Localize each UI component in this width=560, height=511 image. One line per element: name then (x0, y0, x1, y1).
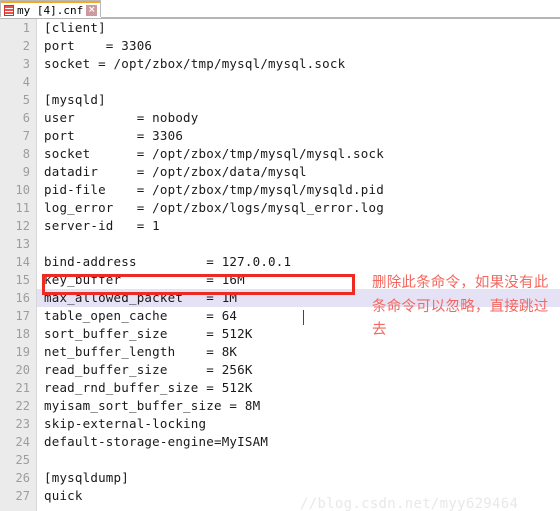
line-text[interactable]: pid-file = /opt/zbox/tmp/mysql/mysqld.pi… (36, 181, 384, 199)
line-number: 5 (22, 93, 30, 107)
code-line[interactable]: 25 (0, 451, 560, 469)
line-text[interactable]: user = nobody (36, 109, 199, 127)
code-line[interactable]: 8 socket = /opt/zbox/tmp/mysql/mysql.sock (0, 145, 560, 163)
code-line[interactable]: 23 skip-external-locking (0, 415, 560, 433)
line-text[interactable]: [client] (36, 19, 106, 37)
code-line[interactable]: 26 [mysqldump] (0, 469, 560, 487)
line-text[interactable]: key_buffer = 16M (36, 271, 245, 289)
code-line[interactable]: 20 read_buffer_size = 256K (0, 361, 560, 379)
code-line[interactable]: 7 port = 3306 (0, 127, 560, 145)
code-line[interactable]: 21 read_rnd_buffer_size = 512K (0, 379, 560, 397)
line-number: 16 (15, 291, 30, 305)
line-text[interactable]: table_open_cache = 64 (36, 307, 237, 325)
tab-label: my [4].cnf (17, 3, 84, 17)
annotation-note: 删除此条命令，如果没有此条命令可以忽略，直接跳过去 (372, 275, 549, 338)
code-editor[interactable]: 1 [client] 2 port = 3306 3 socket = /opt/zbox… (0, 19, 560, 511)
line-number: 6 (22, 111, 30, 125)
line-text[interactable]: read_rnd_buffer_size = 512K (36, 379, 253, 397)
code-line[interactable]: 1 [client] (0, 19, 560, 37)
line-text[interactable]: log_error = /opt/zbox/logs/mysql_error.l… (36, 199, 384, 217)
watermark: //blog.csdn.net/myy629464 (300, 496, 519, 511)
line-number: 11 (15, 201, 30, 215)
code-line[interactable]: 14 bind-address = 127.0.0.1 (0, 253, 560, 271)
line-number: 1 (22, 21, 30, 35)
line-number: 23 (15, 417, 30, 431)
code-line[interactable]: 22 myisam_sort_buffer_size = 8M (0, 397, 560, 415)
line-number: 13 (15, 237, 30, 251)
line-text[interactable]: max_allowed_packet = 1M (36, 289, 237, 307)
line-text[interactable]: net_buffer_length = 8K (36, 343, 237, 361)
line-number: 2 (22, 39, 30, 53)
tab-bar: my [4].cnf × (0, 0, 560, 19)
line-number: 12 (15, 219, 30, 233)
line-text[interactable]: datadir = /opt/zbox/data/mysql (36, 163, 307, 181)
line-number: 24 (15, 435, 30, 449)
code-line[interactable]: 11 log_error = /opt/zbox/logs/mysql_error… (0, 199, 560, 217)
code-line[interactable]: 2 port = 3306 (0, 37, 560, 55)
line-text[interactable] (36, 73, 44, 91)
line-number: 21 (15, 381, 30, 395)
line-text[interactable]: port = 3306 (36, 127, 183, 145)
line-text[interactable]: quick (36, 487, 83, 505)
cnf-file-icon (4, 4, 14, 16)
line-text[interactable]: port = 3306 (36, 37, 152, 55)
tab-my-4-cnf[interactable]: my [4].cnf × (0, 0, 102, 17)
line-text[interactable]: read_buffer_size = 256K (36, 361, 253, 379)
line-number: 10 (15, 183, 30, 197)
line-text[interactable]: sort_buffer_size = 512K (36, 325, 253, 343)
line-text[interactable]: bind-address = 127.0.0.1 (36, 253, 291, 271)
tab-bar-empty-area (101, 0, 560, 18)
line-number: 7 (22, 129, 30, 143)
code-line[interactable]: 24 default-storage-engine=MyISAM (0, 433, 560, 451)
line-number: 8 (22, 147, 30, 161)
editor-window: my [4].cnf × 1 [client] 2 port = 3306 3 socke… (0, 0, 560, 511)
line-text[interactable]: skip-external-locking (36, 415, 206, 433)
line-number: 3 (22, 57, 30, 71)
code-line[interactable]: 6 user = nobody (0, 109, 560, 127)
code-line[interactable]: 12 server-id = 1 (0, 217, 560, 235)
line-number: 26 (15, 471, 30, 485)
line-number: 25 (15, 453, 30, 467)
code-line[interactable]: 10 pid-file = /opt/zbox/tmp/mysql/mysqld.… (0, 181, 560, 199)
code-line[interactable]: 3 socket = /opt/zbox/tmp/mysql/mysql.sock (0, 55, 560, 73)
line-text[interactable]: myisam_sort_buffer_size = 8M (36, 397, 260, 415)
text-caret (303, 310, 304, 325)
code-line[interactable]: 4 (0, 73, 560, 91)
line-text[interactable]: default-storage-engine=MyISAM (36, 433, 268, 451)
line-number: 15 (15, 273, 30, 287)
line-number: 9 (22, 165, 30, 179)
code-lines: 1 [client] 2 port = 3306 3 socket = /opt/zbox… (0, 19, 560, 505)
line-text[interactable] (36, 235, 44, 253)
line-number: 19 (15, 345, 30, 359)
line-text[interactable]: server-id = 1 (36, 217, 160, 235)
close-icon[interactable]: × (86, 4, 98, 16)
line-text[interactable] (36, 451, 44, 469)
line-text[interactable]: socket = /opt/zbox/tmp/mysql/mysql.sock (36, 55, 345, 73)
line-number: 14 (15, 255, 30, 269)
line-number: 27 (15, 489, 30, 503)
line-text[interactable]: [mysqldump] (36, 469, 129, 487)
code-line[interactable]: 13 (0, 235, 560, 253)
line-number: 4 (22, 75, 30, 89)
code-line[interactable]: 5 [mysqld] (0, 91, 560, 109)
line-text[interactable]: socket = /opt/zbox/tmp/mysql/mysql.sock (36, 145, 384, 163)
code-line[interactable]: 19 net_buffer_length = 8K (0, 343, 560, 361)
line-number: 20 (15, 363, 30, 377)
line-number: 17 (15, 309, 30, 323)
line-number: 22 (15, 399, 30, 413)
line-text[interactable]: [mysqld] (36, 91, 106, 109)
line-number: 18 (15, 327, 30, 341)
code-line[interactable]: 9 datadir = /opt/zbox/data/mysql (0, 163, 560, 181)
